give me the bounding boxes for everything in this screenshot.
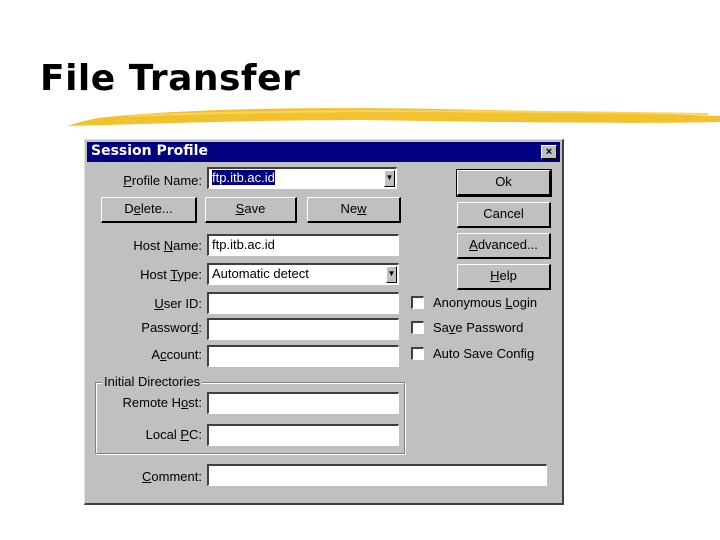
host-type-select[interactable]: Automatic detect ▼	[207, 263, 399, 285]
host-type-label: Host Type:	[140, 267, 202, 282]
account-input[interactable]	[207, 345, 399, 367]
new-button[interactable]: New	[307, 197, 401, 223]
save-password-checkbox[interactable]: Save Password	[411, 320, 523, 335]
profile-name-value: ftp.itb.ac.id	[212, 170, 275, 185]
dialog-titlebar: Session Profile ×	[87, 142, 560, 162]
profile-name-combobox[interactable]: ftp.itb.ac.id ▼	[207, 167, 397, 189]
host-name-input[interactable]: ftp.itb.ac.id	[207, 234, 399, 256]
ok-button[interactable]: Ok	[456, 169, 552, 197]
save-button[interactable]: Save	[205, 197, 297, 223]
host-name-label: Host Name:	[133, 238, 202, 253]
password-input[interactable]	[207, 318, 399, 340]
profile-name-label: Profile Name:	[123, 173, 202, 188]
checkbox-box[interactable]	[411, 347, 424, 360]
user-id-input[interactable]	[207, 292, 399, 314]
auto-save-config-checkbox[interactable]: Auto Save Config	[411, 346, 534, 361]
comment-input[interactable]	[207, 464, 547, 486]
session-profile-dialog: Session Profile × Profile Name: ftp.itb.…	[84, 139, 564, 505]
chevron-down-icon[interactable]: ▼	[384, 170, 395, 187]
password-label: Password:	[141, 320, 202, 335]
remote-host-label: Remote Host:	[122, 395, 203, 410]
local-pc-label: Local PC:	[145, 427, 202, 442]
anonymous-login-checkbox[interactable]: Anonymous Login	[411, 295, 537, 310]
remote-host-input[interactable]	[207, 392, 399, 414]
checkbox-box[interactable]	[411, 321, 424, 334]
account-label: Account:	[151, 347, 202, 362]
advanced-button[interactable]: Advanced...	[457, 233, 551, 259]
yellow-brush-underline	[68, 108, 720, 126]
help-button[interactable]: Help	[457, 264, 551, 290]
cancel-button[interactable]: Cancel	[457, 202, 551, 228]
host-type-value: Automatic detect	[212, 266, 309, 281]
group-label: Initial Directories	[102, 374, 203, 389]
checkbox-box[interactable]	[411, 296, 424, 309]
chevron-down-icon[interactable]: ▼	[386, 266, 397, 283]
delete-button[interactable]: Delete...	[101, 197, 197, 223]
comment-label: Comment:	[142, 469, 202, 484]
local-pc-input[interactable]	[207, 424, 399, 446]
dialog-title: Session Profile	[91, 143, 208, 159]
close-icon[interactable]: ×	[541, 145, 557, 159]
user-id-label: User ID:	[154, 296, 202, 311]
slide-title: File Transfer	[40, 58, 301, 99]
